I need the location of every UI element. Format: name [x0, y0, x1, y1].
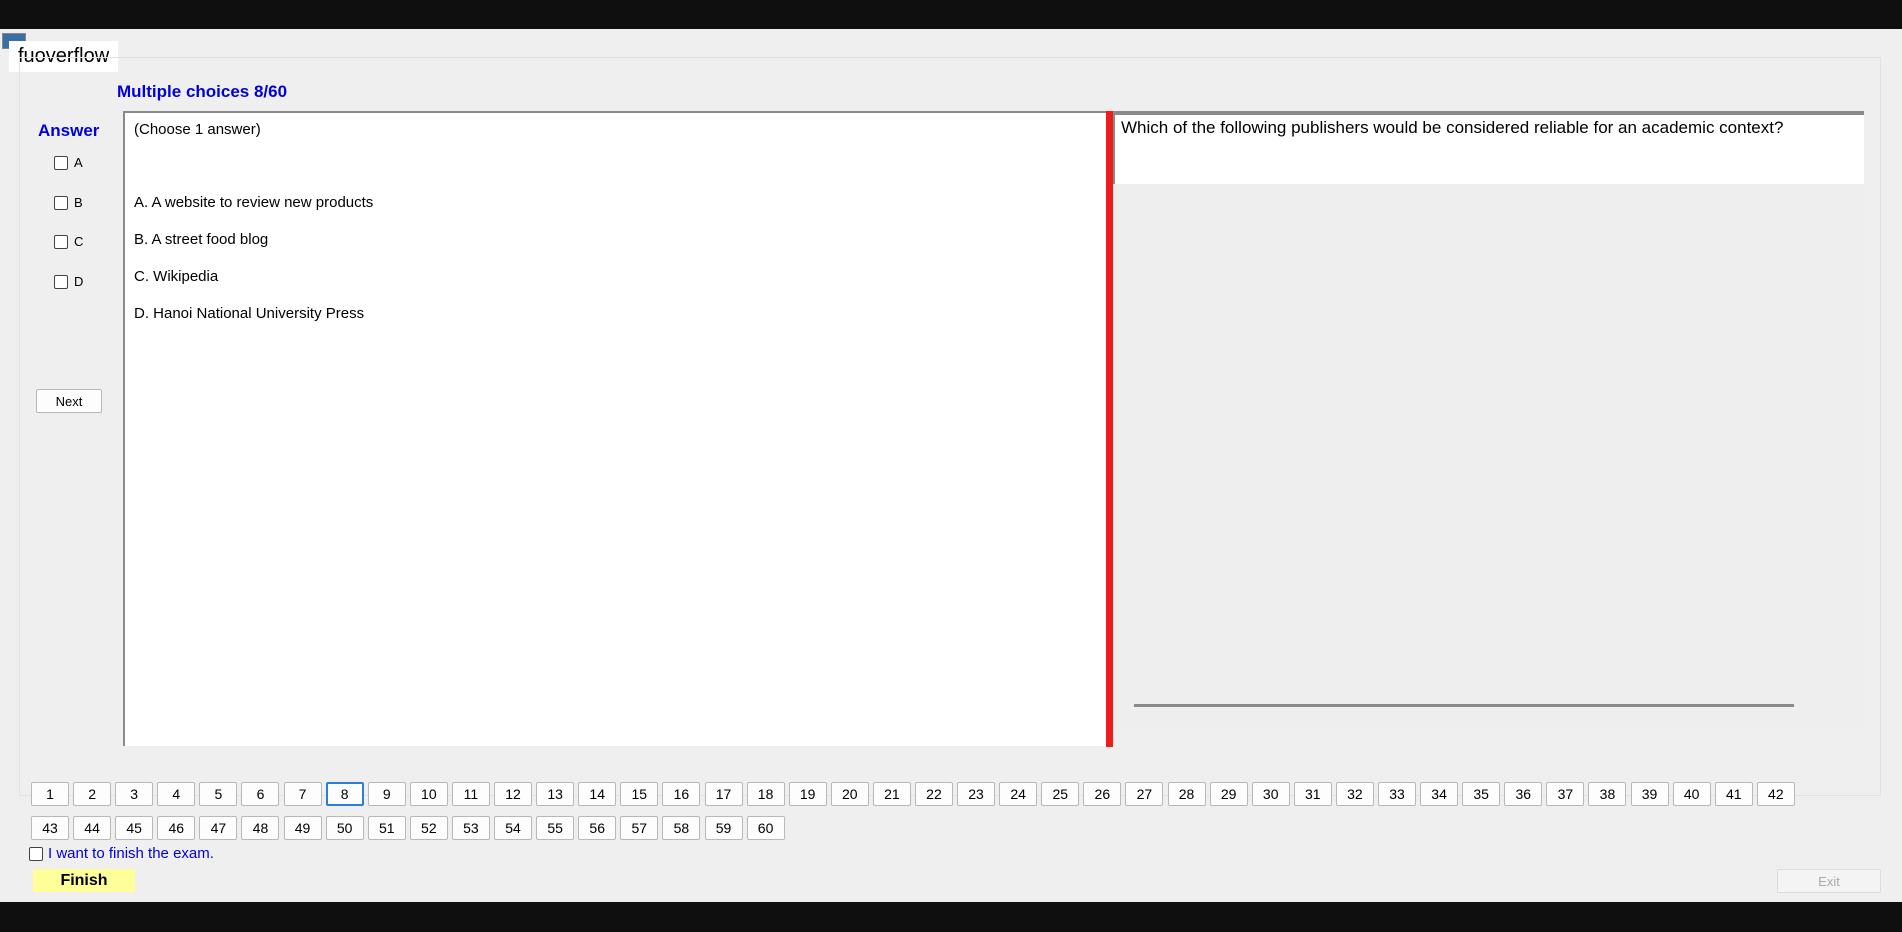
page-button-7[interactable]: 7: [283, 782, 322, 806]
page-button-6[interactable]: 6: [241, 782, 280, 806]
page-button-58[interactable]: 58: [662, 816, 701, 840]
checkbox-b[interactable]: [54, 195, 68, 210]
question-pager-row-1: 1 2 3 4 5 6 7 8 9 10 11 12 13 14 15 16 17 18 19 20 21 22 23 24 2…: [31, 782, 1799, 806]
exam-window: fuoverflow Multiple choices 8/60 Answer …: [0, 29, 1902, 902]
page-button-49[interactable]: 49: [283, 816, 322, 840]
page-button-20[interactable]: 20: [830, 782, 869, 806]
page-button-19[interactable]: 19: [788, 782, 827, 806]
question-option-a: A. A website to review new products: [134, 194, 374, 211]
answer-option-b[interactable]: B: [54, 195, 83, 210]
page-button-44[interactable]: 44: [73, 816, 112, 840]
page-button-40[interactable]: 40: [1672, 782, 1711, 806]
question-text-panel: Which of the following publishers would …: [1113, 111, 1864, 729]
page-button-13[interactable]: 13: [536, 782, 575, 806]
checkbox-a[interactable]: [54, 155, 68, 170]
page-button-50[interactable]: 50: [325, 816, 364, 840]
answer-option-label: A: [74, 155, 83, 170]
answer-option-label: C: [74, 234, 84, 249]
page-button-52[interactable]: 52: [409, 816, 448, 840]
checkbox-c[interactable]: [54, 234, 68, 249]
question-text-box: Which of the following publishers would …: [1113, 115, 1864, 184]
horizontal-scrollbar[interactable]: [1134, 704, 1794, 707]
answer-option-label: B: [74, 195, 83, 210]
page-button-41[interactable]: 41: [1714, 782, 1753, 806]
page-button-9[interactable]: 9: [367, 782, 406, 806]
page-button-45[interactable]: 45: [115, 816, 154, 840]
answer-option-a[interactable]: A: [54, 155, 83, 170]
answer-label: Answer: [38, 121, 100, 140]
question-option-c: C. Wikipedia: [134, 268, 219, 285]
page-button-15[interactable]: 15: [620, 782, 659, 806]
page-button-18[interactable]: 18: [746, 782, 785, 806]
finish-button[interactable]: Finish: [33, 869, 135, 892]
question-pager-row-2: 43 44 45 46 47 48 49 50 51 52 53 54 55 56 57 58 59 60: [31, 816, 789, 840]
question-options-panel: (Choose 1 answer) A. A website to review…: [123, 111, 1106, 746]
page-button-57[interactable]: 57: [620, 816, 659, 840]
page-button-21[interactable]: 21: [872, 782, 911, 806]
page-button-5[interactable]: 5: [199, 782, 238, 806]
page-button-12[interactable]: 12: [494, 782, 533, 806]
page-button-2[interactable]: 2: [73, 782, 112, 806]
page-button-17[interactable]: 17: [704, 782, 743, 806]
answer-option-label: D: [74, 274, 84, 289]
page-button-43[interactable]: 43: [31, 816, 69, 840]
page-button-37[interactable]: 37: [1546, 782, 1585, 806]
finish-checkbox-label: I want to finish the exam.: [48, 845, 214, 862]
page-button-33[interactable]: 33: [1378, 782, 1416, 806]
page-button-46[interactable]: 46: [157, 816, 196, 840]
page-button-16[interactable]: 16: [662, 782, 701, 806]
page-button-26[interactable]: 26: [1083, 782, 1122, 806]
page-button-42[interactable]: 42: [1756, 782, 1795, 806]
page-button-48[interactable]: 48: [241, 816, 280, 840]
page-button-59[interactable]: 59: [704, 816, 743, 840]
page-button-31[interactable]: 31: [1293, 782, 1332, 806]
page-button-36[interactable]: 36: [1504, 782, 1543, 806]
answer-option-d[interactable]: D: [54, 274, 83, 289]
page-button-24[interactable]: 24: [999, 782, 1038, 806]
question-option-d: D. Hanoi National University Press: [134, 305, 365, 322]
page-button-28[interactable]: 28: [1167, 782, 1206, 806]
panel-splitter[interactable]: [1106, 111, 1113, 747]
page-button-54[interactable]: 54: [494, 816, 533, 840]
page-button-32[interactable]: 32: [1335, 782, 1374, 806]
checkbox-d[interactable]: [54, 274, 68, 289]
page-button-56[interactable]: 56: [578, 816, 617, 840]
next-button[interactable]: Next: [36, 389, 102, 413]
page-button-25[interactable]: 25: [1041, 782, 1080, 806]
page-button-38[interactable]: 38: [1588, 782, 1627, 806]
page-button-39[interactable]: 39: [1630, 782, 1669, 806]
page-button-10[interactable]: 10: [409, 782, 448, 806]
page-button-55[interactable]: 55: [536, 816, 575, 840]
page-button-8[interactable]: 8: [325, 782, 364, 806]
page-button-60[interactable]: 60: [746, 816, 785, 840]
question-counter-heading: Multiple choices 8/60: [117, 82, 288, 101]
page-button-53[interactable]: 53: [451, 816, 490, 840]
page-button-34[interactable]: 34: [1420, 782, 1459, 806]
page-button-51[interactable]: 51: [367, 816, 406, 840]
page-button-22[interactable]: 22: [914, 782, 953, 806]
page-button-29[interactable]: 29: [1209, 782, 1248, 806]
question-text: Which of the following publishers would …: [1121, 118, 1784, 137]
answer-option-c[interactable]: C: [54, 234, 83, 249]
page-button-4[interactable]: 4: [157, 782, 196, 806]
question-option-b: B. A street food blog: [134, 231, 269, 248]
page-button-11[interactable]: 11: [451, 782, 490, 806]
choose-hint: (Choose 1 answer): [134, 121, 261, 138]
page-button-14[interactable]: 14: [578, 782, 617, 806]
page-button-1[interactable]: 1: [31, 782, 69, 806]
page-button-23[interactable]: 23: [957, 782, 996, 806]
page-button-35[interactable]: 35: [1462, 782, 1501, 806]
finish-confirm[interactable]: I want to finish the exam.: [29, 845, 214, 862]
page-button-27[interactable]: 27: [1125, 782, 1164, 806]
page-button-3[interactable]: 3: [115, 782, 154, 806]
finish-checkbox[interactable]: [29, 846, 43, 861]
exit-button[interactable]: Exit: [1777, 869, 1881, 893]
page-button-30[interactable]: 30: [1251, 782, 1290, 806]
page-button-47[interactable]: 47: [199, 816, 238, 840]
